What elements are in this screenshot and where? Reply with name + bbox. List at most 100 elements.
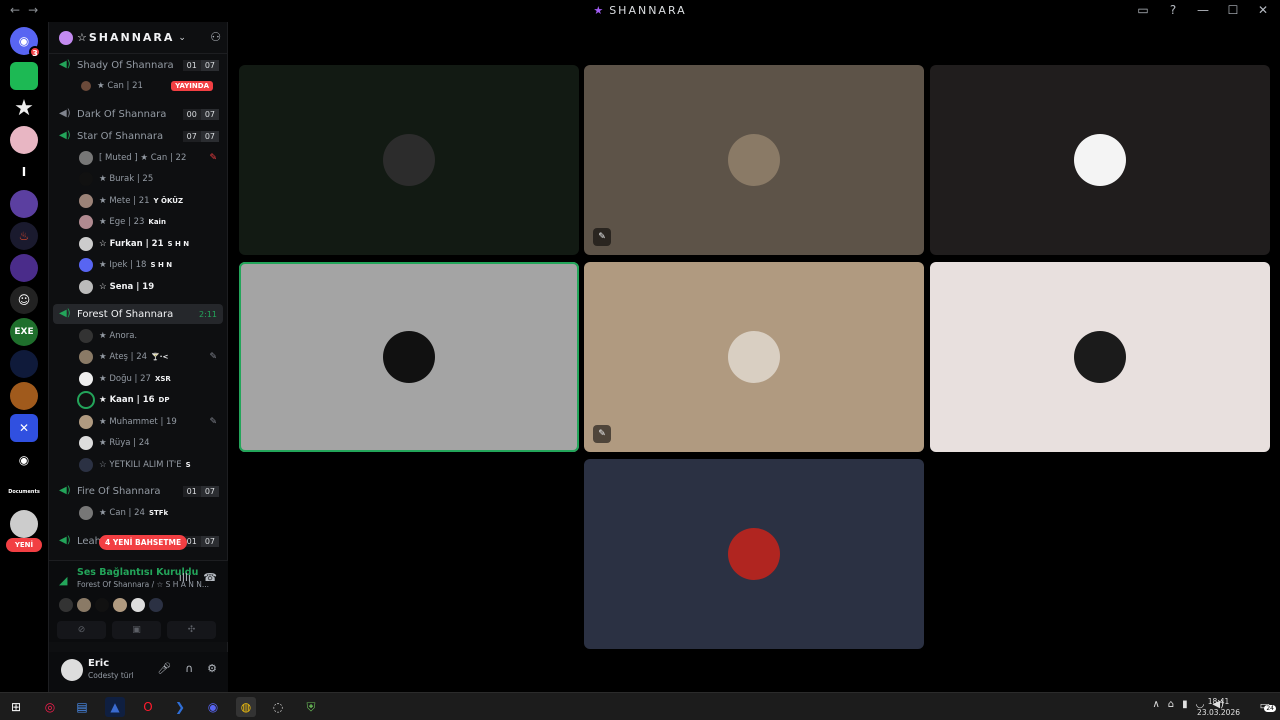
avatar <box>79 258 93 272</box>
network-icon[interactable]: ⌂ <box>1168 699 1174 710</box>
chrome-icon[interactable]: ◍ <box>236 697 256 717</box>
clock[interactable]: 18:41 23.03.2026 <box>1197 696 1240 718</box>
file-explorer-icon[interactable]: ▤ <box>72 697 92 717</box>
java-server-icon[interactable]: ♨ <box>10 222 38 250</box>
orange-server-icon[interactable] <box>10 382 38 410</box>
invite-people-icon[interactable]: ⚇ <box>210 30 221 44</box>
mic-tray-icon[interactable]: ▮ <box>1182 699 1188 710</box>
participant-tile[interactable]: ✎ <box>584 65 924 255</box>
exe-server-icon[interactable]: EXE <box>10 318 38 346</box>
chevron-up-icon[interactable]: ∧ <box>1152 699 1159 710</box>
title-bar: ←→ ★ SHANNARA ▭ ? — ☐ ✕ <box>0 0 1280 22</box>
member-tag: Kain <box>148 218 166 226</box>
discord-home-icon[interactable]: ◉ 3 <box>10 27 41 58</box>
gaming-server-icon[interactable] <box>10 190 38 218</box>
voice-channel-forest[interactable]: ◀) Forest Of Shannara 2:11 <box>53 304 223 324</box>
screen-share-button[interactable]: ▣ <box>112 621 161 639</box>
edge-dev-icon[interactable]: ◌ <box>268 697 288 717</box>
microphone-icon[interactable]: 🎤︎ <box>157 662 171 675</box>
close-icon[interactable]: ✕ <box>1256 3 1270 17</box>
username[interactable]: Eric <box>88 658 109 669</box>
video-grid: ✎ ✎ <box>228 22 1280 692</box>
voice-member[interactable]: ★ Rüya | 24 <box>79 434 219 452</box>
new-messages-pill[interactable]: YENİ <box>6 538 42 552</box>
star-icon: ★ <box>593 4 606 17</box>
noise-suppression-icon[interactable]: ıllı <box>179 571 191 584</box>
i-server-icon[interactable]: I <box>10 158 38 186</box>
participant-tile[interactable] <box>584 459 924 649</box>
headphones-icon[interactable]: ∩ <box>185 662 193 675</box>
notification-center-icon[interactable]: ▭24 <box>1260 699 1276 712</box>
camera-off-button[interactable]: ⊘ <box>57 621 106 639</box>
discord-server-icon[interactable]: ◉ <box>10 446 38 474</box>
member-tag: S H N <box>150 261 173 269</box>
settings-gear-icon[interactable]: ⚙ <box>207 662 217 675</box>
participant-tile[interactable] <box>930 65 1270 255</box>
purple-server-icon[interactable] <box>10 254 38 282</box>
opera-gx-icon[interactable]: ◎ <box>40 697 60 717</box>
avatar <box>59 598 73 612</box>
disconnect-icon[interactable]: ☎ <box>203 571 217 584</box>
avatar <box>79 393 93 407</box>
voice-member[interactable]: ★ Can | 21 YAYINDA <box>79 77 219 95</box>
user-avatar[interactable] <box>61 659 83 681</box>
star-server-icon[interactable]: ★ <box>10 94 38 122</box>
windows-start-icon[interactable]: ⊞ <box>6 697 26 717</box>
participant-tile[interactable]: ✎ <box>584 262 924 452</box>
green-server-icon[interactable] <box>10 62 38 90</box>
user-limit-counter: 07 07 <box>182 130 219 142</box>
avatar <box>79 506 93 520</box>
gear-server-icon[interactable] <box>10 510 38 538</box>
documents-server-icon[interactable]: Documents <box>8 478 40 506</box>
user-limit-counter: 01 07 <box>182 59 219 71</box>
powershell-icon[interactable]: ❯ <box>170 697 190 717</box>
server-header[interactable]: ☆SHANNARA ⌄ ⚇ <box>49 22 229 54</box>
voice-channel-dark[interactable]: ◀) Dark Of Shannara 00 07 <box>53 104 223 124</box>
maximize-icon[interactable]: ☐ <box>1226 3 1240 17</box>
minimize-icon[interactable]: — <box>1196 3 1210 17</box>
inbox-icon[interactable]: ▭ <box>1136 3 1150 17</box>
voice-member[interactable]: ★ Burak | 25 <box>79 170 219 188</box>
blue-server-icon[interactable] <box>10 350 38 378</box>
voice-member[interactable]: ☆ Furkan | 21 S H N <box>79 235 219 253</box>
member-tag: XSR <box>154 375 171 383</box>
voice-member[interactable]: ★ Ateş | 24 🍸·< ✎ <box>79 348 219 366</box>
user-limit-counter: 01 07 <box>182 485 219 497</box>
voice-member[interactable]: ★ Doğu | 27 XSR <box>79 370 219 388</box>
signal-icon[interactable]: ◢ <box>59 574 67 587</box>
new-mentions-pill[interactable]: 4 YENİ BAHSETME <box>99 535 188 550</box>
voice-member[interactable]: ★ Ege | 23 Kain <box>79 213 219 231</box>
activities-button[interactable]: ✣ <box>167 621 216 639</box>
voice-channel-star[interactable]: ◀) Star Of Shannara 07 07 <box>53 126 223 146</box>
participant-tile[interactable] <box>239 65 579 255</box>
voice-member[interactable]: ★ Can | 24 STFk <box>79 504 219 522</box>
discord-taskbar-icon[interactable]: ◉ <box>203 697 223 717</box>
speaker-icon: ◀) <box>59 485 71 496</box>
participant-tile-speaking[interactable] <box>239 262 579 452</box>
voice-member[interactable]: ☆ Sena | 19 <box>79 278 219 296</box>
voice-member[interactable]: ★ Mete | 21 Y ÖKÜZ <box>79 192 219 210</box>
x-server-icon[interactable]: ✕ <box>10 414 38 442</box>
avatar <box>79 350 93 364</box>
opera-icon[interactable]: O <box>138 697 158 717</box>
voice-channel-fire[interactable]: ◀) Fire Of Shannara 01 07 <box>53 481 223 501</box>
pink-server-icon[interactable] <box>10 126 38 154</box>
avatar <box>79 215 93 229</box>
notification-count: 24 <box>1264 705 1276 712</box>
voice-member[interactable]: ★ Muhammet | 19 ✎ <box>79 413 219 431</box>
app-a-icon[interactable]: ▲ <box>105 697 125 717</box>
shield-app-icon[interactable]: ⛨ <box>301 697 321 717</box>
ghost-server-icon[interactable]: ☺ <box>10 286 38 314</box>
voice-member[interactable]: ★ Anora. <box>79 327 219 345</box>
participant-tile[interactable] <box>930 262 1270 452</box>
voice-actions: ⊘ ▣ ✣ <box>57 621 216 639</box>
voice-member[interactable]: [ Muted ] ★ Can | 22 ✎ <box>79 149 219 167</box>
voice-channel-shady[interactable]: ◀) Shady Of Shannara 01 07 <box>53 55 223 75</box>
participant-avatar <box>383 331 435 383</box>
channel-list: ◀) Shady Of Shannara 01 07 ★ Can | 21 YAY… <box>49 55 229 555</box>
window-title: ★ SHANNARA <box>593 4 687 17</box>
voice-member[interactable]: ★ İpek | 18 S H N <box>79 256 219 274</box>
voice-member[interactable]: ☆ YETKİLİ ALIM İT'E S <box>79 456 219 474</box>
help-icon[interactable]: ? <box>1166 3 1180 17</box>
voice-member[interactable]: ★ Kaan | 16 DP <box>79 391 219 409</box>
